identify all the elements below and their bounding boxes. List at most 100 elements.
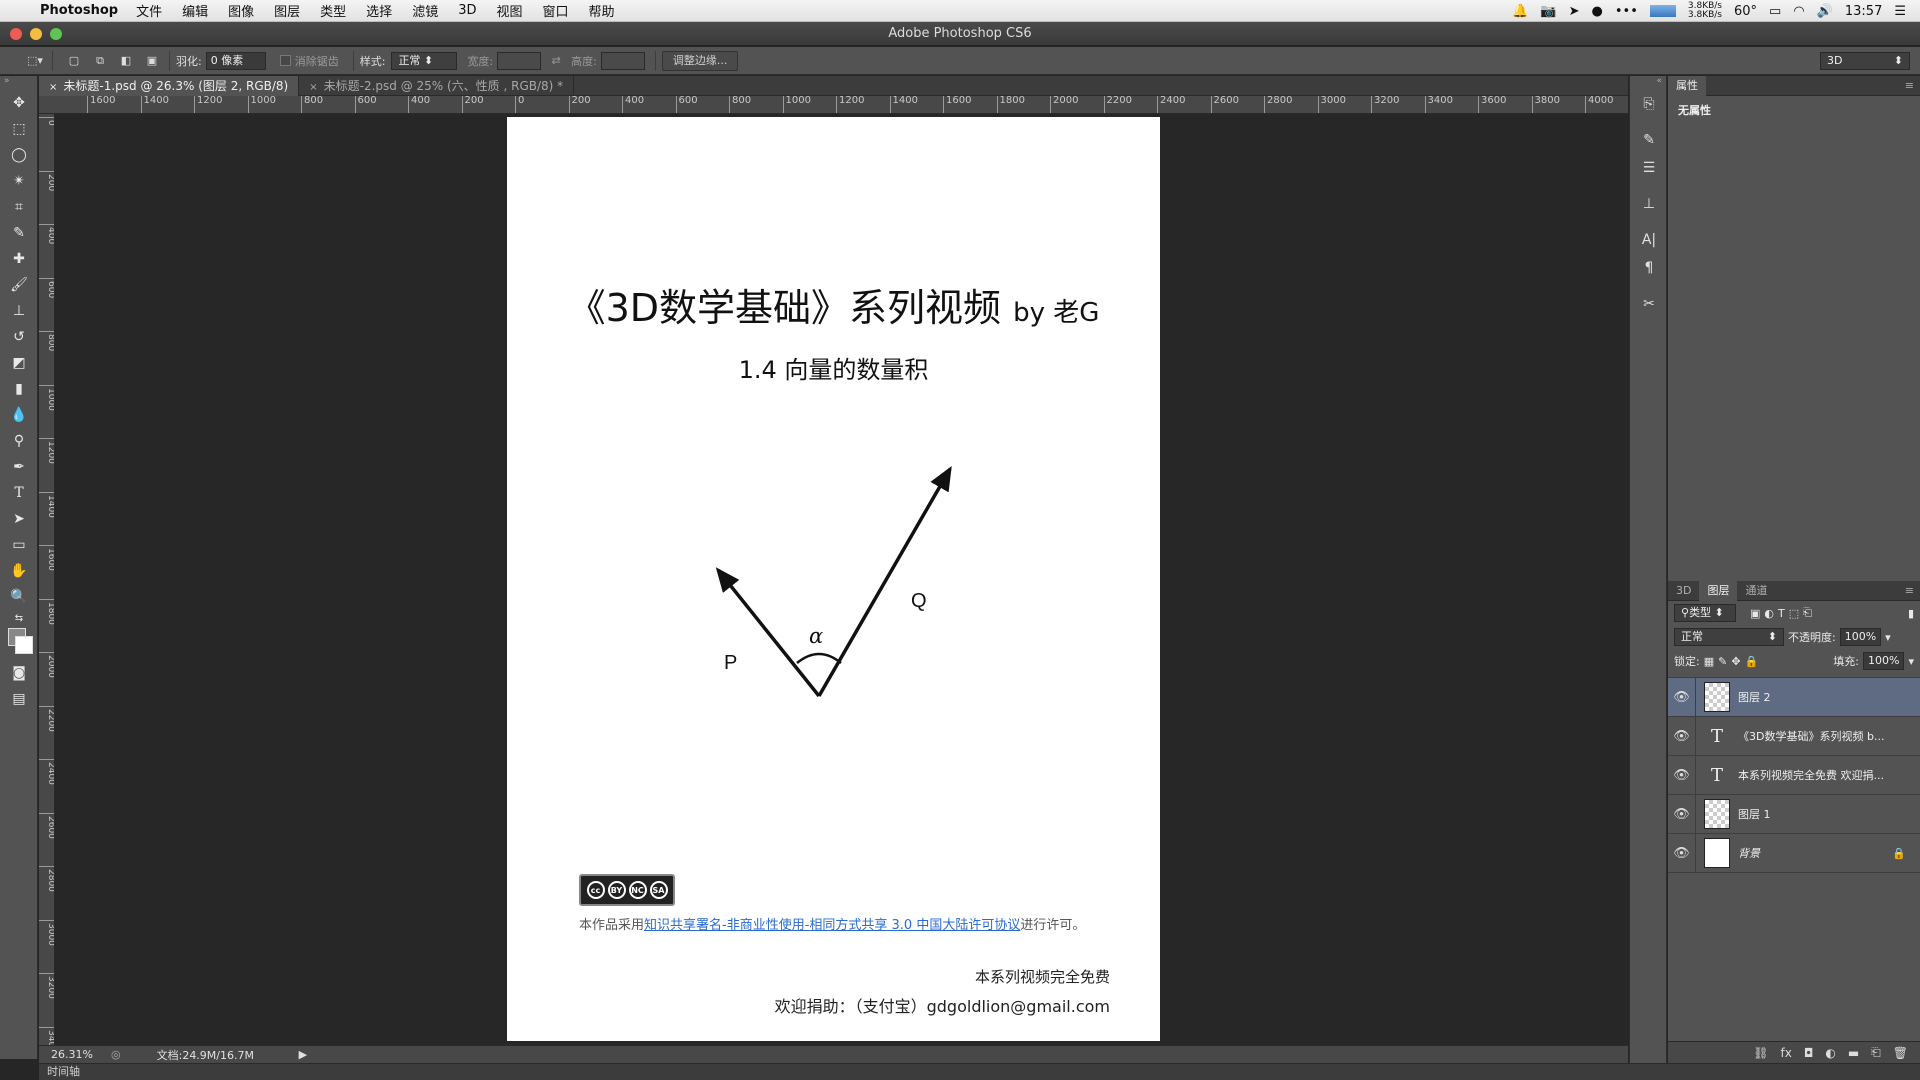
filter-toggle-icon[interactable]: ▮ [1908,607,1914,620]
magic-wand-tool-icon[interactable]: ✴ [0,168,38,194]
history-panel-icon[interactable]: ⎘ [1630,90,1668,118]
close-tab-icon[interactable]: × [49,82,57,93]
history-brush-tool-icon[interactable]: ↺ [0,324,38,350]
notification-bell-icon[interactable]: 🔔 [1512,4,1528,19]
new-group-icon[interactable]: ▬ [1848,1046,1859,1060]
tab-properties[interactable]: 属性 [1668,75,1706,96]
new-selection-icon[interactable]: ▢ [63,51,85,71]
feather-input[interactable]: 0 像素 [205,51,266,70]
visibility-eye-icon[interactable]: 👁 [1668,794,1696,834]
tools-collapse-icon[interactable]: » [0,76,37,90]
fill-input[interactable]: 100% [1863,652,1905,670]
send-icon[interactable]: ➤ [1569,4,1580,19]
menu-image[interactable]: 图像 [228,1,254,20]
filter-shape-icon[interactable]: ⬚ [1789,607,1799,620]
tool-presets-panel-icon[interactable]: ✂ [1630,290,1668,318]
gradient-tool-icon[interactable]: ▮ [0,376,38,402]
background-color-swatch[interactable] [15,636,33,654]
healing-brush-tool-icon[interactable]: ✚ [0,246,38,272]
hand-tool-icon[interactable]: ✋ [0,558,38,584]
marquee-tool-icon[interactable]: ⬚ [0,116,38,142]
menu-type[interactable]: 类型 [320,1,346,20]
minimize-window-button[interactable] [30,28,42,40]
menu-view[interactable]: 视图 [496,1,522,20]
character-panel-icon[interactable]: A| [1630,226,1668,254]
menu-3d[interactable]: 3D [458,3,476,18]
link-layers-icon[interactable]: ⛓ [1753,1046,1768,1060]
add-mask-icon[interactable]: ◘ [1804,1046,1814,1060]
zoom-level-field[interactable]: 26.31% [51,1048,107,1061]
zoom-window-button[interactable] [50,28,62,40]
paragraph-panel-icon[interactable]: ¶ [1630,254,1668,282]
quick-mask-icon[interactable]: ◙ [0,660,38,686]
strip-collapse-icon[interactable]: « [1630,76,1666,90]
timeline-bar[interactable]: 时间轴 [39,1063,1920,1080]
add-selection-icon[interactable]: ⧉ [89,51,111,71]
camera-icon[interactable]: 📷 [1540,4,1556,19]
brush-tool-icon[interactable]: 🖌 [0,272,38,298]
lasso-tool-icon[interactable]: ◯ [0,142,38,168]
eyedropper-tool-icon[interactable]: ✎ [0,220,38,246]
swap-dimensions-icon[interactable]: ⇄ [545,51,567,71]
layer-style-icon[interactable]: fx [1781,1046,1792,1060]
menu-layer[interactable]: 图层 [274,1,300,20]
delete-layer-icon[interactable]: 🗑 [1893,1046,1908,1060]
wifi-icon[interactable]: ◠ [1793,4,1804,19]
license-link[interactable]: 知识共享署名-非商业性使用-相同方式共享 3.0 中国大陆许可协议 [644,918,1020,933]
tab-3d[interactable]: 3D [1668,581,1699,601]
lock-image-icon[interactable]: ✎ [1718,655,1727,668]
subtract-selection-icon[interactable]: ◧ [115,51,137,71]
app-menu[interactable]: Photoshop [40,3,118,18]
visibility-eye-icon[interactable]: 👁 [1668,677,1696,717]
clone-source-panel-icon[interactable]: ⊥ [1630,190,1668,218]
clone-stamp-tool-icon[interactable]: ⊥ [0,298,38,324]
layers-panel-menu-icon[interactable]: ≡ [1905,584,1914,597]
dodge-tool-icon[interactable]: ⚲ [0,428,38,454]
tab-layers[interactable]: 图层 [1699,580,1738,601]
battery-icon[interactable]: ▭ [1769,4,1781,19]
vertical-ruler[interactable]: 0 200 400 600 800 1000 1200 1400 1600 1800 2000 220… [39,114,55,1045]
width-input[interactable] [497,51,542,70]
marquee-preset-icon[interactable]: ⬚▾ [24,51,46,71]
qq-icon[interactable]: ● [1592,4,1603,19]
tab-document-1[interactable]: × 未标题-1.psd @ 26.3% (图层 2, RGB/8) [39,76,300,96]
layer-row[interactable]: 👁 图层 1 [1668,794,1920,834]
list-icon[interactable]: ☰ [1894,4,1906,19]
layer-row[interactable]: 👁 T 本系列视频完全免费 欢迎捐... [1668,755,1920,795]
style-select[interactable]: 正常 ⬍ [391,51,458,70]
type-tool-icon[interactable]: T [0,480,38,506]
close-tab-icon[interactable]: × [309,82,317,93]
menu-select[interactable]: 选择 [366,1,392,20]
lock-all-icon[interactable]: 🔒 [1745,655,1759,668]
horizontal-ruler[interactable]: 1600 1400 1200 1000 800 600 400 200 0 200 400 600 80… [39,96,1628,114]
eraser-tool-icon[interactable]: ◩ [0,350,38,376]
refine-edge-button[interactable]: 调整边缘... [661,50,739,71]
blur-tool-icon[interactable]: 💧 [0,402,38,428]
new-layer-icon[interactable]: ⎗ [1871,1045,1881,1060]
zoom-tool-icon[interactable]: 🔍 [0,584,38,610]
crop-tool-icon[interactable]: ⌗ [0,194,38,220]
layer-row[interactable]: 👁 背景 🔒 [1668,833,1920,873]
pen-tool-icon[interactable]: ✒ [0,454,38,480]
adjustment-layer-icon[interactable]: ◐ [1825,1046,1835,1060]
clock[interactable]: 13:57 [1845,4,1882,19]
lock-position-icon[interactable]: ✥ [1731,655,1740,668]
activity-graph-icon[interactable] [1649,5,1676,17]
color-swatches[interactable] [0,626,37,660]
intersect-selection-icon[interactable]: ▣ [141,51,163,71]
status-info-icon[interactable]: ◎ [111,1048,121,1061]
workspace-select[interactable]: 3D ⬍ [1820,51,1910,70]
dots-icon[interactable]: ••• [1615,4,1638,19]
adjustments-panel-icon[interactable]: ☰ [1630,154,1668,182]
menu-window[interactable]: 窗口 [543,1,569,20]
layer-filter-select[interactable]: ⚲类型 ⬍ [1674,604,1736,622]
layer-row[interactable]: 👁 图层 2 [1668,677,1920,717]
volume-icon[interactable]: 🔊 [1817,4,1833,19]
menu-help[interactable]: 帮助 [589,1,615,20]
status-menu-arrow-icon[interactable]: ▶ [299,1048,307,1061]
panel-menu-icon[interactable]: ≡ [1905,79,1914,92]
move-tool-icon[interactable]: ✥ [0,90,38,116]
menu-edit[interactable]: 编辑 [182,1,208,20]
rectangle-tool-icon[interactable]: ▭ [0,532,38,558]
filter-adjustment-icon[interactable]: ◐ [1764,607,1774,620]
